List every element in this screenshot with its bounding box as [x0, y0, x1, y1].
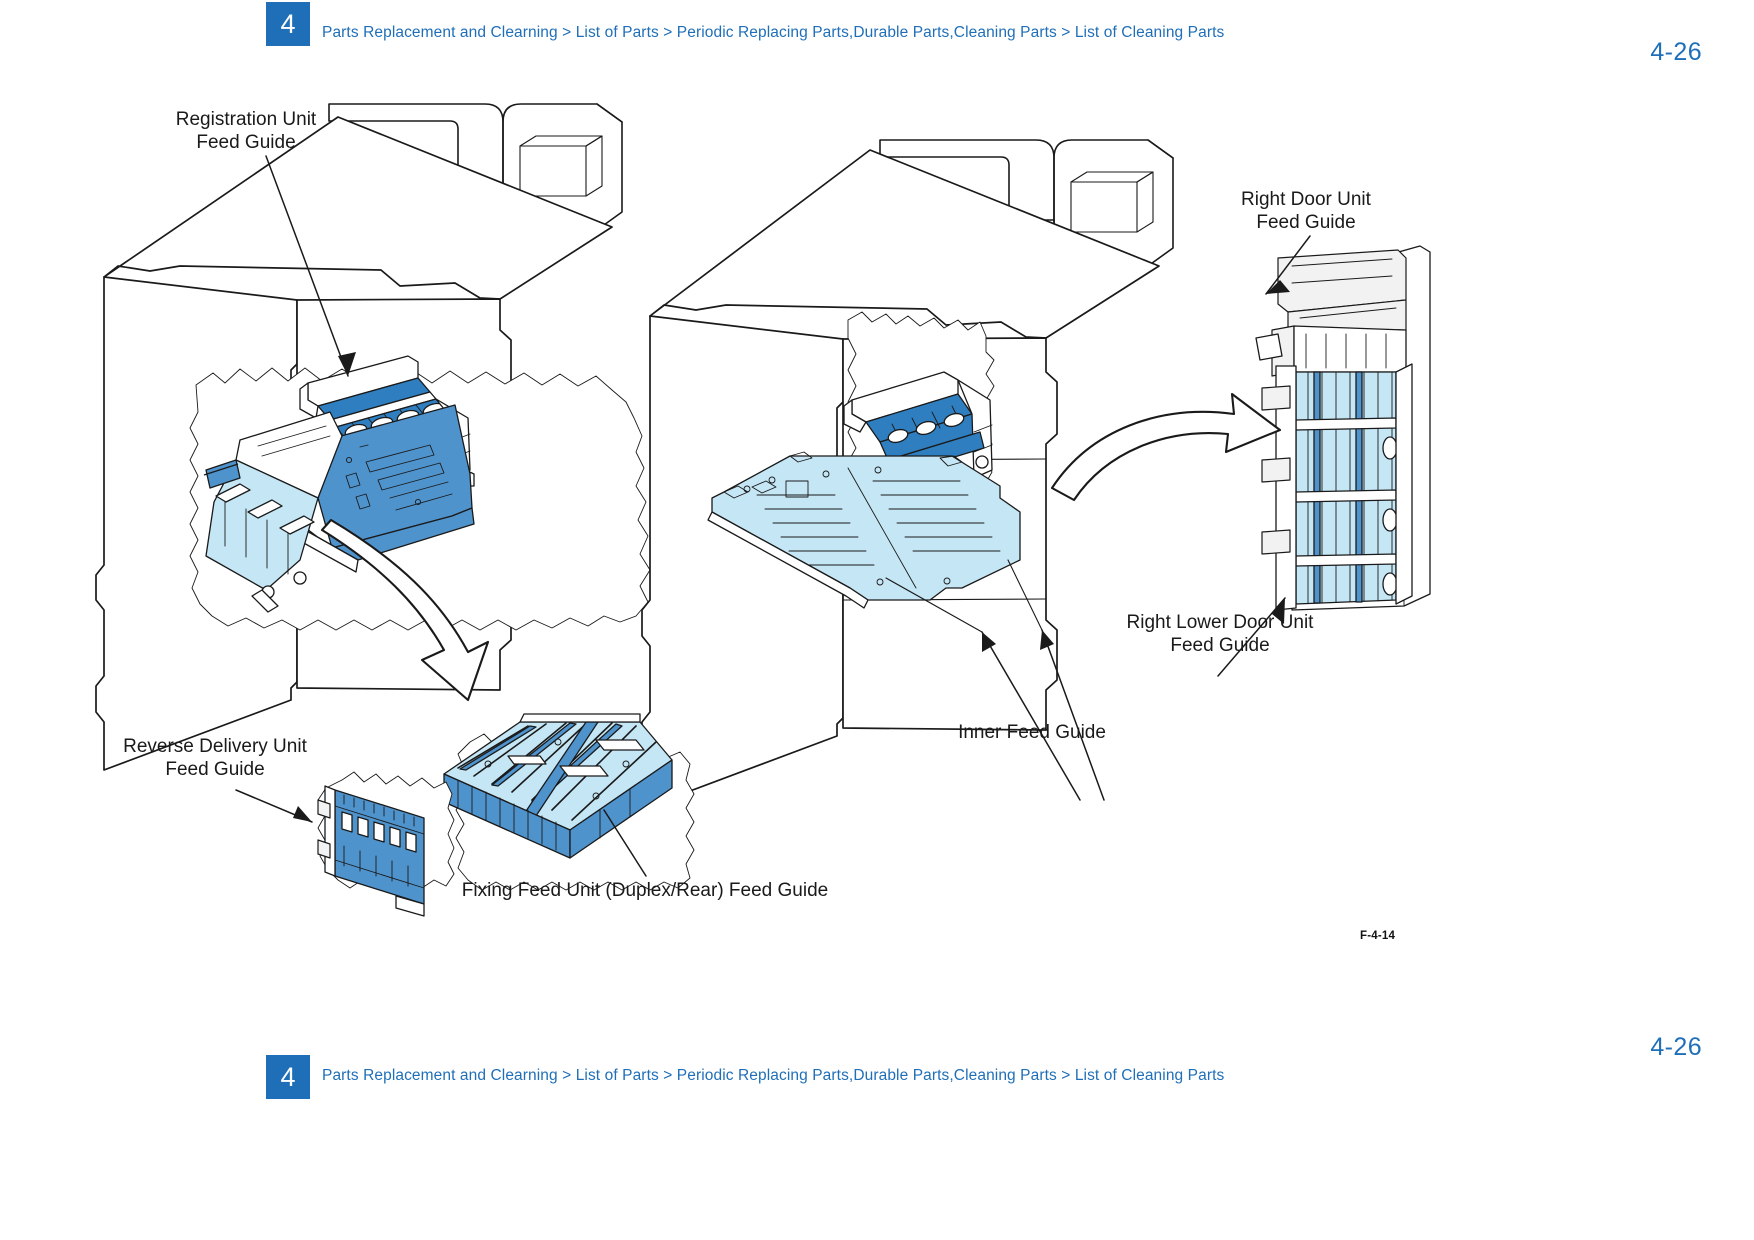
page-number-top: 4-26	[1650, 38, 1702, 66]
manual-page: 4 Parts Replacement and Clearning > List…	[0, 0, 1754, 1240]
arrow-to-fixing-unit	[320, 518, 490, 702]
reverse-delivery-unit-illustration	[235, 771, 455, 917]
breadcrumb: Parts Replacement and Clearning > List o…	[322, 24, 1225, 41]
arrow-to-right-door-unit	[1050, 392, 1282, 502]
figure-exploded-feed-guides	[95, 103, 1431, 917]
callout-reverse-delivery-unit-feed-guide: Reverse Delivery Unit Feed Guide	[123, 736, 307, 780]
leader-fixing-feed	[603, 809, 647, 877]
inner-feed-guide-tray	[707, 451, 1021, 609]
leader-inner-a	[981, 631, 1081, 801]
breadcrumb-footer: Parts Replacement and Clearning > List o…	[322, 1067, 1225, 1084]
leader-right-door	[1265, 235, 1311, 295]
inner-guide-bar	[843, 371, 993, 479]
page-number-bottom: 4-26	[1650, 1033, 1702, 1061]
fixing-feed-unit-illustration	[443, 713, 695, 891]
callout-right-lower-door-unit-feed-guide: Right Lower Door Unit Feed Guide	[1126, 612, 1314, 656]
header-running-bar: 4 Parts Replacement and Clearning > List…	[266, 2, 1224, 46]
leader-registration	[265, 155, 349, 377]
registration-unit-part	[203, 355, 475, 613]
right-door-unit-part	[1255, 245, 1431, 611]
leader-reverse-delivery	[235, 789, 313, 823]
callout-right-door-unit-feed-guide: Right Door Unit Feed Guide	[1241, 189, 1371, 233]
callout-inner-feed-guide: Inner Feed Guide	[958, 722, 1106, 743]
footer-running-bar: 4 Parts Replacement and Clearning > List…	[266, 1055, 1224, 1099]
callout-registration-unit-feed-guide: Registration Unit Feed Guide	[175, 109, 317, 153]
figure-code: F-4-14	[1360, 930, 1396, 942]
leader-inner-b	[1041, 629, 1105, 801]
callout-fixing-feed-unit-feed-guide: Fixing Feed Unit (Duplex/Rear) Feed Guid…	[461, 880, 829, 901]
chapter-number-badge: 4	[266, 2, 310, 46]
right-machine-illustration	[641, 139, 1431, 807]
left-machine-illustration	[95, 103, 651, 771]
chapter-number-badge-footer: 4	[266, 1055, 310, 1099]
